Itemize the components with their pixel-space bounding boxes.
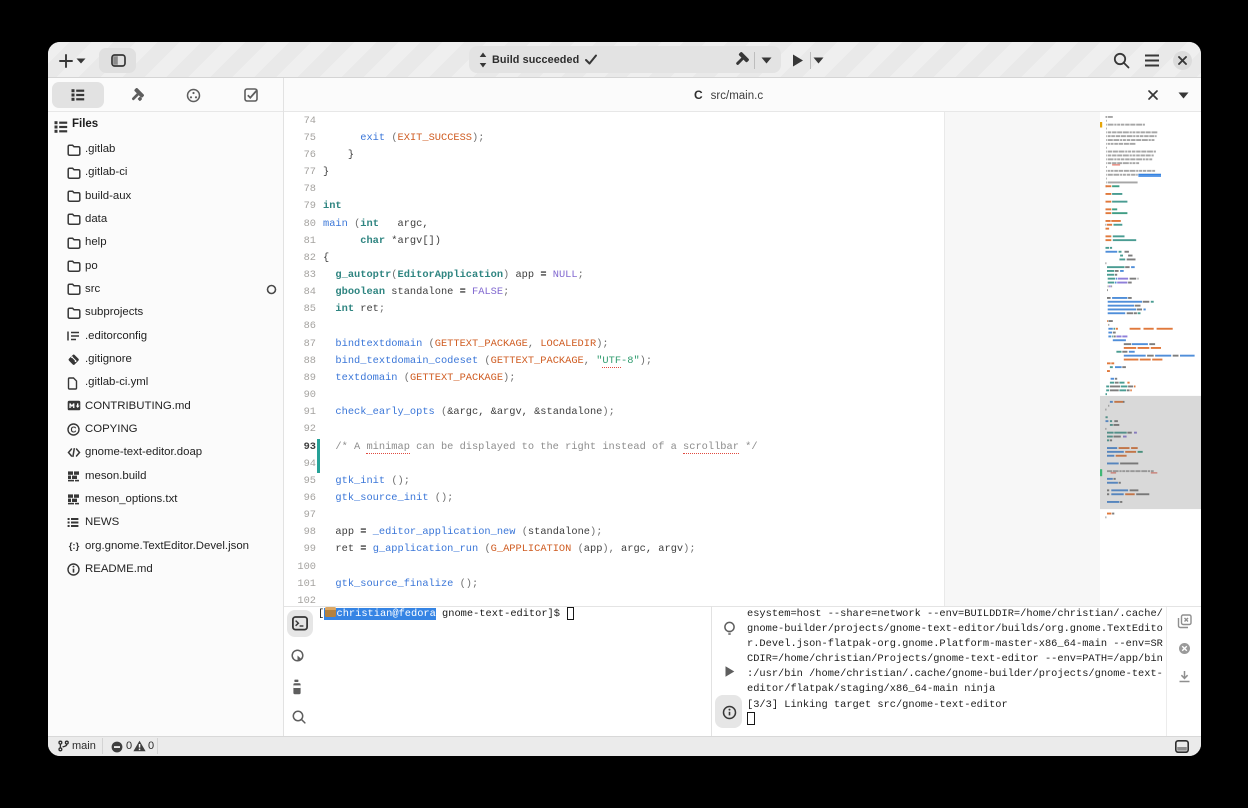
svg-text:C: C xyxy=(71,426,77,435)
svg-text:{:}: {:} xyxy=(69,541,80,551)
